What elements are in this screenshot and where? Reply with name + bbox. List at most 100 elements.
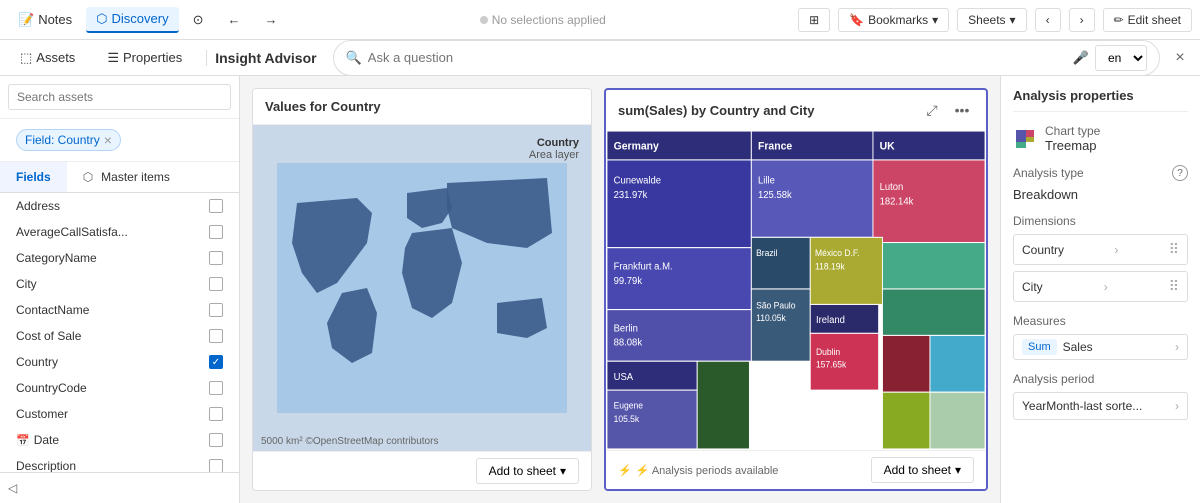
dimension-city-row[interactable]: City › ⠿ xyxy=(1013,271,1188,302)
svg-text:USA: USA xyxy=(614,371,634,382)
treemap-svg: Germany Cunewalde 231.97k Frankfurt a.M.… xyxy=(606,130,986,450)
add-dropdown-icon: ▾ xyxy=(955,463,961,477)
field-checkbox-costofsale[interactable] xyxy=(209,329,223,343)
field-tag-remove[interactable]: × xyxy=(104,132,112,148)
field-checkbox-contactname[interactable] xyxy=(209,303,223,317)
analysis-type-help[interactable]: ? xyxy=(1172,165,1188,181)
field-item-contactname[interactable]: ContactName xyxy=(0,297,239,323)
sheets-button[interactable]: Sheets ▾ xyxy=(957,8,1026,32)
notes-button[interactable]: 📝 Notes xyxy=(8,8,82,32)
search-assets-input[interactable] xyxy=(8,84,231,110)
left-panel-bottom[interactable]: ◁ xyxy=(0,472,239,503)
field-list: Address AverageCallSatisfa... CategoryNa… xyxy=(0,193,239,472)
field-item-address[interactable]: Address xyxy=(0,193,239,219)
field-item-categoryname[interactable]: CategoryName xyxy=(0,245,239,271)
field-item-averagecall[interactable]: AverageCallSatisfa... xyxy=(0,219,239,245)
next-sheet-button[interactable]: › xyxy=(1069,8,1095,32)
svg-text:UK: UK xyxy=(880,140,895,152)
prev-sheet-button[interactable]: ‹ xyxy=(1035,8,1061,32)
lightning-icon: ⚡ xyxy=(618,464,632,477)
svg-text:Lille: Lille xyxy=(758,175,775,186)
search-bar: 🔍 🎤 en xyxy=(333,40,1160,76)
svg-text:Cunewalde: Cunewalde xyxy=(614,175,662,186)
field-item-date[interactable]: 📅 Date xyxy=(0,427,239,453)
field-item-costofsale[interactable]: Cost of Sale xyxy=(0,323,239,349)
grid-view-button[interactable]: ⊞ xyxy=(798,8,830,32)
measure-sales-row[interactable]: Sum Sales › xyxy=(1013,334,1188,360)
analysis-notice: ⚡ ⚡ Analysis periods available xyxy=(618,464,778,477)
fields-nav-label: Fields xyxy=(16,170,51,184)
city-drag-handle[interactable]: ⠿ xyxy=(1169,278,1179,295)
field-tag-label: Field: Country xyxy=(25,133,100,147)
svg-text:110.05k: 110.05k xyxy=(756,313,786,323)
field-checkbox-country[interactable]: ✓ xyxy=(209,355,223,369)
svg-text:118.19k: 118.19k xyxy=(815,261,845,271)
period-chevron: › xyxy=(1175,399,1179,413)
properties-icon: ☰ xyxy=(107,50,119,66)
svg-text:99.79k: 99.79k xyxy=(614,275,643,286)
field-tag: Field: Country × xyxy=(16,129,121,151)
svg-text:157.65k: 157.65k xyxy=(816,359,847,369)
field-checkbox-address[interactable] xyxy=(209,199,223,213)
search-input[interactable] xyxy=(368,50,1067,65)
bookmarks-button[interactable]: 🔖 Bookmarks ▾ xyxy=(838,8,949,32)
svg-text:Ireland: Ireland xyxy=(816,315,845,326)
expand-button[interactable]: ⤢ xyxy=(920,98,944,122)
lang-select[interactable]: en xyxy=(1095,45,1147,71)
collapse-icon: ◁ xyxy=(8,481,17,495)
calendar-icon: 📅 xyxy=(16,434,30,447)
add-to-sheet-left[interactable]: Add to sheet ▾ xyxy=(476,458,579,484)
fields-nav[interactable]: Fields xyxy=(0,162,67,192)
lasso-button[interactable]: ⊙ xyxy=(183,8,214,32)
lasso-icon: ⊙ xyxy=(193,12,204,28)
back-button[interactable]: ← xyxy=(218,8,251,31)
field-checkbox-description[interactable] xyxy=(209,459,223,472)
dimension-country-row[interactable]: Country › ⠿ xyxy=(1013,234,1188,265)
analysis-type-section: Analysis type ? Breakdown xyxy=(1013,165,1188,202)
more-options-button[interactable]: ••• xyxy=(950,98,974,122)
field-checkbox-countrycode[interactable] xyxy=(209,381,223,395)
assets-tab[interactable]: ⬚ Assets xyxy=(8,44,87,72)
analysis-period-row[interactable]: YearMonth-last sorte... › xyxy=(1013,392,1188,420)
svg-text:Frankfurt a.M.: Frankfurt a.M. xyxy=(614,261,673,272)
forward-icon: → xyxy=(265,12,278,27)
treemap-footer: ⚡ ⚡ Analysis periods available Add to sh… xyxy=(606,450,986,489)
field-checkbox-date[interactable] xyxy=(209,433,223,447)
left-panel: Field: Country × Fields ⬡ Master items A… xyxy=(0,76,240,503)
edit-sheet-button[interactable]: ✏ Edit sheet xyxy=(1103,8,1192,32)
sales-chevron: › xyxy=(1175,340,1179,354)
treemap-icon xyxy=(1013,127,1037,151)
add-to-sheet-right[interactable]: Add to sheet ▾ xyxy=(871,457,974,483)
field-item-description[interactable]: Description xyxy=(0,453,239,472)
svg-text:105.5k: 105.5k xyxy=(614,414,640,424)
field-item-countrycode[interactable]: CountryCode xyxy=(0,375,239,401)
discovery-button[interactable]: ⬡ Discovery xyxy=(86,7,178,33)
analysis-period-section: Analysis period YearMonth-last sorte... … xyxy=(1013,372,1188,420)
forward-button[interactable]: → xyxy=(255,8,288,31)
search-icon: 🔍 xyxy=(346,50,362,66)
bookmarks-chevron: ▾ xyxy=(932,13,938,27)
master-items-nav[interactable]: ⬡ Master items xyxy=(67,162,186,192)
dimensions-section: Dimensions Country › ⠿ City › ⠿ xyxy=(1013,214,1188,302)
svg-text:México D.F.: México D.F. xyxy=(815,248,860,258)
field-checkbox-averagecall[interactable] xyxy=(209,225,223,239)
field-item-customer[interactable]: Customer xyxy=(0,401,239,427)
close-button[interactable]: × xyxy=(1168,46,1192,70)
field-item-country[interactable]: Country ✓ xyxy=(0,349,239,375)
country-drag-handle[interactable]: ⠿ xyxy=(1169,241,1179,258)
field-item-city[interactable]: City xyxy=(0,271,239,297)
field-checkbox-customer[interactable] xyxy=(209,407,223,421)
left-nav: Fields ⬡ Master items xyxy=(0,162,239,193)
properties-tab[interactable]: ☰ Properties xyxy=(95,44,194,72)
chart-type-section: Chart type Treemap xyxy=(1013,124,1188,153)
svg-text:231.97k: 231.97k xyxy=(614,190,648,201)
sheets-chevron: ▾ xyxy=(1010,13,1016,27)
search-assets-container xyxy=(0,76,239,119)
content-area: Values for Country xyxy=(240,76,1000,503)
field-tag-bar: Field: Country × xyxy=(0,119,239,162)
mic-icon[interactable]: 🎤 xyxy=(1073,50,1089,66)
card-left-footer: Add to sheet ▾ xyxy=(253,451,591,490)
field-checkbox-city[interactable] xyxy=(209,277,223,291)
back-icon: ← xyxy=(228,12,241,27)
field-checkbox-categoryname[interactable] xyxy=(209,251,223,265)
